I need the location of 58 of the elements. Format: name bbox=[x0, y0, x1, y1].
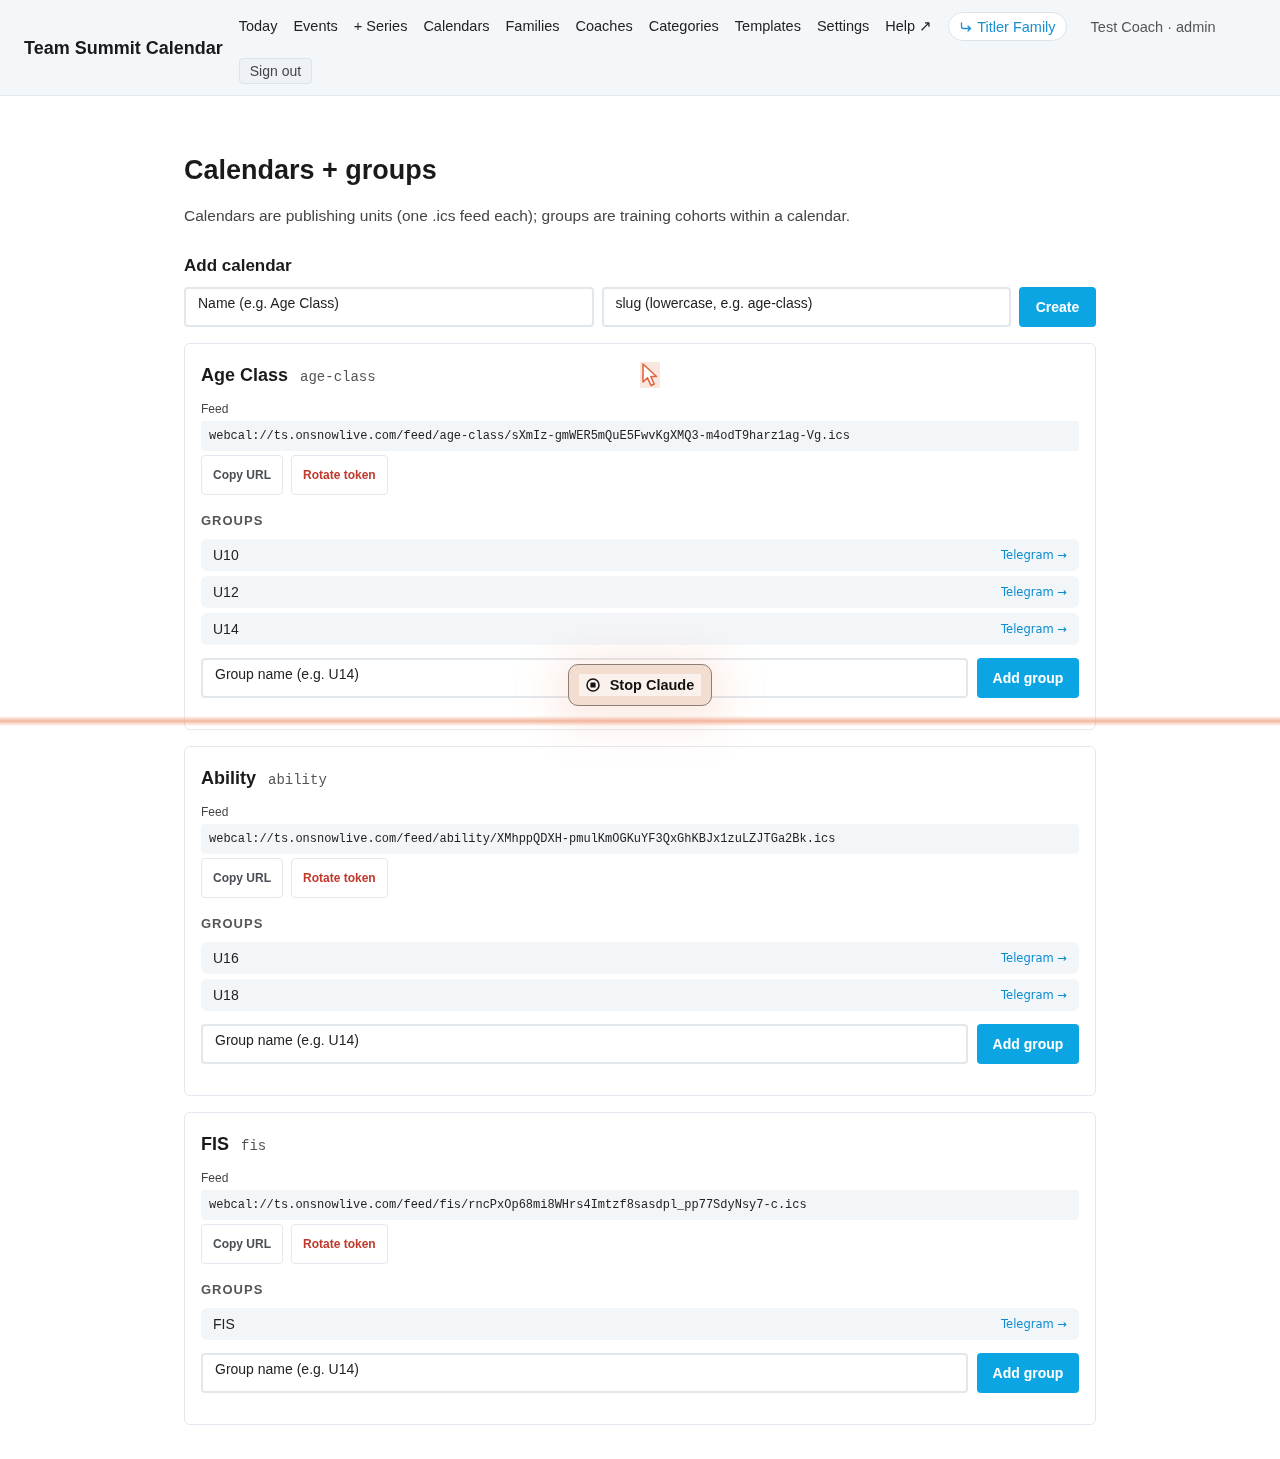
telegram-link[interactable]: Telegram → bbox=[1001, 585, 1067, 599]
name-input[interactable]: Name (e.g. Age Class) bbox=[184, 287, 594, 327]
calendar-slug: fis bbox=[241, 1138, 267, 1154]
nav-link[interactable]: Categories bbox=[648, 12, 719, 41]
nav-link[interactable]: Templates bbox=[734, 12, 801, 41]
copy-url-button[interactable]: Copy URL bbox=[201, 455, 283, 495]
feed-label: Feed bbox=[201, 403, 230, 415]
copy-url-button[interactable]: Copy URL bbox=[201, 1224, 283, 1264]
section-heading: Add calendar bbox=[184, 255, 293, 277]
copy-url-button[interactable]: Copy URL bbox=[201, 858, 283, 898]
return-arrow-icon bbox=[960, 21, 973, 32]
calendar-title: Ability bbox=[201, 767, 256, 790]
page-title: Calendars + groups bbox=[184, 154, 438, 187]
groups-heading: GROUPS bbox=[201, 514, 265, 528]
nav-link[interactable]: Families bbox=[505, 12, 560, 41]
rotate-token-button[interactable]: Rotate token bbox=[291, 858, 388, 898]
group-name: FIS bbox=[213, 1316, 235, 1332]
group-name: U16 bbox=[213, 950, 239, 966]
stop-icon bbox=[585, 678, 600, 692]
calendar-slug: ability bbox=[268, 772, 327, 788]
feed-url: webcal://ts.onsnowlive.com/feed/age-class/sXmIz-gmWER5mQuE5FwvKgXMQ3-m4odT9harz1ag-Vg.ics bbox=[201, 421, 1079, 451]
nav-link[interactable]: Calendars bbox=[423, 12, 490, 41]
nav-link[interactable]: Settings bbox=[816, 12, 870, 41]
telegram-link[interactable]: Telegram → bbox=[1001, 1317, 1067, 1331]
nav-link[interactable]: Help ↗ bbox=[885, 12, 933, 41]
feed-label: Feed bbox=[201, 806, 230, 818]
telegram-link[interactable]: Telegram → bbox=[1001, 988, 1067, 1002]
feed-url: webcal://ts.onsnowlive.com/feed/ability/XMhppQDXH-pmulKmOGKuYF3QxGhKBJx1zuLZJTGa2Bk.ics bbox=[201, 824, 1079, 854]
family-switch-button[interactable]: Titler Family bbox=[948, 12, 1067, 41]
nav-link[interactable]: Today bbox=[238, 12, 278, 41]
telegram-link[interactable]: Telegram → bbox=[1001, 548, 1067, 562]
group-name-input[interactable]: Group name (e.g. U14) bbox=[201, 1024, 968, 1064]
nav-link[interactable]: + Series bbox=[353, 12, 408, 41]
cursor-icon bbox=[640, 362, 660, 388]
brand-title: Team Summit Calendar bbox=[24, 37, 223, 59]
nav-link[interactable]: Coaches bbox=[575, 12, 633, 41]
groups-heading: GROUPS bbox=[201, 1283, 265, 1297]
calendar-slug: age-class bbox=[300, 369, 376, 385]
groups-heading: GROUPS bbox=[201, 917, 265, 931]
feed-label: Feed bbox=[201, 1172, 230, 1184]
group-name: U18 bbox=[213, 987, 239, 1003]
group-name: U14 bbox=[213, 621, 239, 637]
rotate-token-button[interactable]: Rotate token bbox=[291, 455, 388, 495]
telegram-link[interactable]: Telegram → bbox=[1001, 622, 1067, 636]
group-name-input[interactable]: Group name (e.g. U14) bbox=[201, 1353, 968, 1393]
group-name: U12 bbox=[213, 584, 239, 600]
slug-input[interactable]: slug (lowercase, e.g. age-class) bbox=[601, 287, 1011, 327]
feed-url: webcal://ts.onsnowlive.com/feed/fis/rncPxOp68mi8WHrs4Imtzf8sasdpl_pp77SdyNsy7-c.ics bbox=[201, 1190, 1079, 1220]
calendar-title: Age Class bbox=[201, 364, 289, 387]
rotate-token-button[interactable]: Rotate token bbox=[291, 1224, 388, 1264]
sign-out-button[interactable]: Sign out bbox=[238, 58, 313, 84]
stop-button[interactable]: Stop Claude bbox=[568, 664, 712, 706]
page-intro: Calendars are publishing units (one .ics feed each); groups are training cohorts within a calendar. bbox=[184, 206, 852, 226]
group-name: U10 bbox=[213, 547, 239, 563]
nav-link[interactable]: Events bbox=[293, 12, 338, 41]
user-label: Test Coach · admin bbox=[1090, 18, 1216, 35]
telegram-link[interactable]: Telegram → bbox=[1001, 951, 1067, 965]
calendar-title: FIS bbox=[201, 1133, 229, 1156]
